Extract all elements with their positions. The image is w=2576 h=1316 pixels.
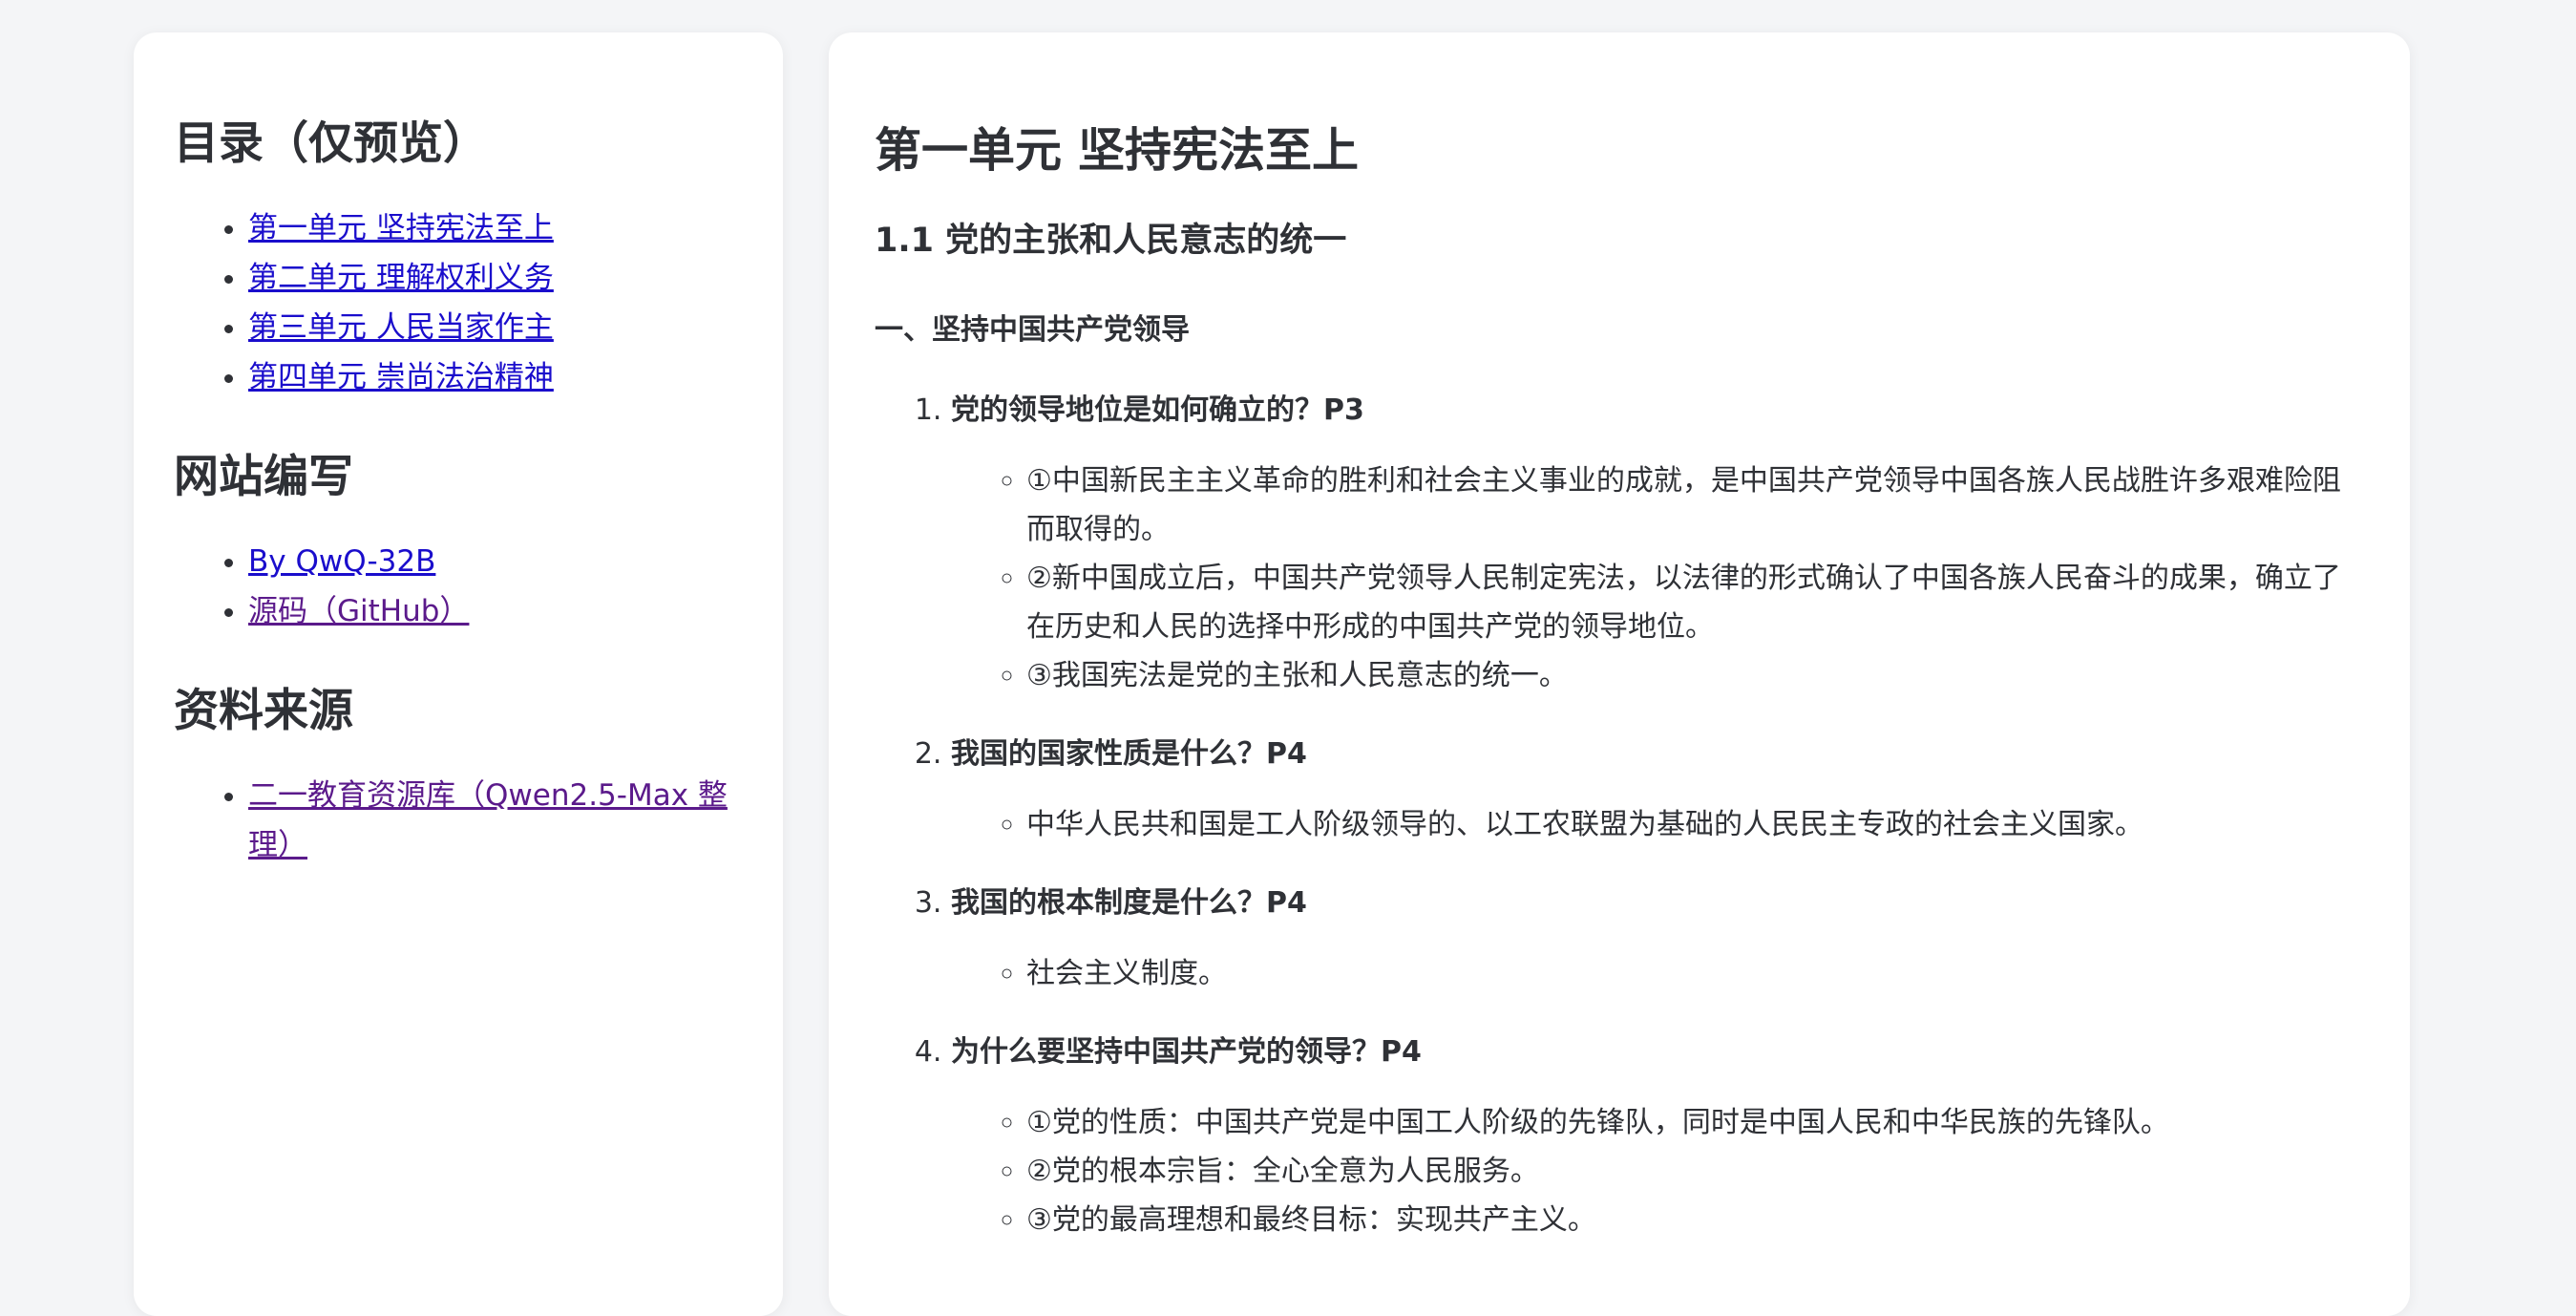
answer-list: 中华人民共和国是工人阶级领导的、以工农联盟为基础的人民民主专政的社会主义国家。 xyxy=(951,800,2366,849)
answer-item: ①党的性质：中国共产党是中国工人阶级的先锋队，同时是中国人民和中华民族的先锋队。 xyxy=(1026,1098,2366,1147)
question-title: 党的领导地位是如何确立的？P3 xyxy=(951,393,1364,427)
toc-link-unit-4[interactable]: 第四单元 崇尚法治精神 xyxy=(248,360,554,394)
page: 目录（仅预览） 第一单元 坚持宪法至上 第二单元 理解权利义务 第三单元 人民当… xyxy=(0,0,2576,1316)
sidebar: 目录（仅预览） 第一单元 坚持宪法至上 第二单元 理解权利义务 第三单元 人民当… xyxy=(134,32,783,1316)
question-item: 为什么要坚持中国共产党的领导？P4 ①党的性质：中国共产党是中国工人阶级的先锋队… xyxy=(951,1030,2366,1244)
source-heading: 资料来源 xyxy=(174,685,353,738)
toc-item: 第一单元 坚持宪法至上 xyxy=(248,203,743,253)
author-item: 源码（GitHub） xyxy=(248,586,743,636)
toc-heading: 目录（仅预览） xyxy=(174,117,488,170)
answer-item: ③我国宪法是党的主张和人民意志的统一。 xyxy=(1026,651,2366,700)
unit-title: 第一单元 坚持宪法至上 xyxy=(875,123,1360,178)
toc-link-unit-1[interactable]: 第一单元 坚持宪法至上 xyxy=(248,211,554,245)
answer-list: 社会主义制度。 xyxy=(951,949,2366,998)
github-source-link[interactable]: 源码（GitHub） xyxy=(248,594,469,628)
question-title: 我国的国家性质是什么？P4 xyxy=(951,736,1307,771)
answer-item: 社会主义制度。 xyxy=(1026,949,2366,998)
toc-item: 第二单元 理解权利义务 xyxy=(248,253,743,303)
toc-item: 第四单元 崇尚法治精神 xyxy=(248,352,743,402)
answer-list: ①中国新民主主义革命的胜利和社会主义事业的成就，是中国共产党领导中国各族人民战胜… xyxy=(951,456,2366,700)
answer-item: 中华人民共和国是工人阶级领导的、以工农联盟为基础的人民民主专政的社会主义国家。 xyxy=(1026,800,2366,849)
source-item: 二一教育资源库（Qwen2.5-Max 整理） xyxy=(248,771,743,870)
toc-list: 第一单元 坚持宪法至上 第二单元 理解权利义务 第三单元 人民当家作主 第四单元… xyxy=(174,203,743,402)
main-content: 第一单元 坚持宪法至上 1.1 党的主张和人民意志的统一 一、坚持中国共产党领导… xyxy=(829,32,2410,1316)
toc-link-unit-3[interactable]: 第三单元 人民当家作主 xyxy=(248,310,554,345)
author-link[interactable]: By QwQ-32B xyxy=(248,544,435,579)
question-title: 我国的根本制度是什么？P4 xyxy=(951,885,1307,920)
answer-item: ②新中国成立后，中国共产党领导人民制定宪法，以法律的形式确认了中国各族人民奋斗的… xyxy=(1026,554,2366,651)
source-link[interactable]: 二一教育资源库（Qwen2.5-Max 整理） xyxy=(248,778,728,862)
question-list: 党的领导地位是如何确立的？P3 ①中国新民主主义革命的胜利和社会主义事业的成就，… xyxy=(875,389,2366,1244)
author-heading: 网站编写 xyxy=(174,451,353,504)
question-item: 我国的国家性质是什么？P4 中华人民共和国是工人阶级领导的、以工农联盟为基础的人… xyxy=(951,732,2366,849)
source-list: 二一教育资源库（Qwen2.5-Max 整理） xyxy=(174,771,743,870)
toc-link-unit-2[interactable]: 第二单元 理解权利义务 xyxy=(248,261,554,295)
answer-item: ③党的最高理想和最终目标：实现共产主义。 xyxy=(1026,1196,2366,1244)
answer-item: ②党的根本宗旨：全心全意为人民服务。 xyxy=(1026,1147,2366,1196)
author-item: By QwQ-32B xyxy=(248,537,743,586)
toc-item: 第三单元 人民当家作主 xyxy=(248,303,743,352)
question-item: 党的领导地位是如何确立的？P3 ①中国新民主主义革命的胜利和社会主义事业的成就，… xyxy=(951,389,2366,700)
question-item: 我国的根本制度是什么？P4 社会主义制度。 xyxy=(951,881,2366,998)
answer-item: ①中国新民主主义革命的胜利和社会主义事业的成就，是中国共产党领导中国各族人民战胜… xyxy=(1026,456,2366,554)
subsection-title: 一、坚持中国共产党领导 xyxy=(875,312,1190,347)
section-title: 1.1 党的主张和人民意志的统一 xyxy=(875,221,1347,260)
question-title: 为什么要坚持中国共产党的领导？P4 xyxy=(951,1034,1422,1069)
author-list: By QwQ-32B 源码（GitHub） xyxy=(174,537,743,636)
answer-list: ①党的性质：中国共产党是中国工人阶级的先锋队，同时是中国人民和中华民族的先锋队。… xyxy=(951,1098,2366,1244)
